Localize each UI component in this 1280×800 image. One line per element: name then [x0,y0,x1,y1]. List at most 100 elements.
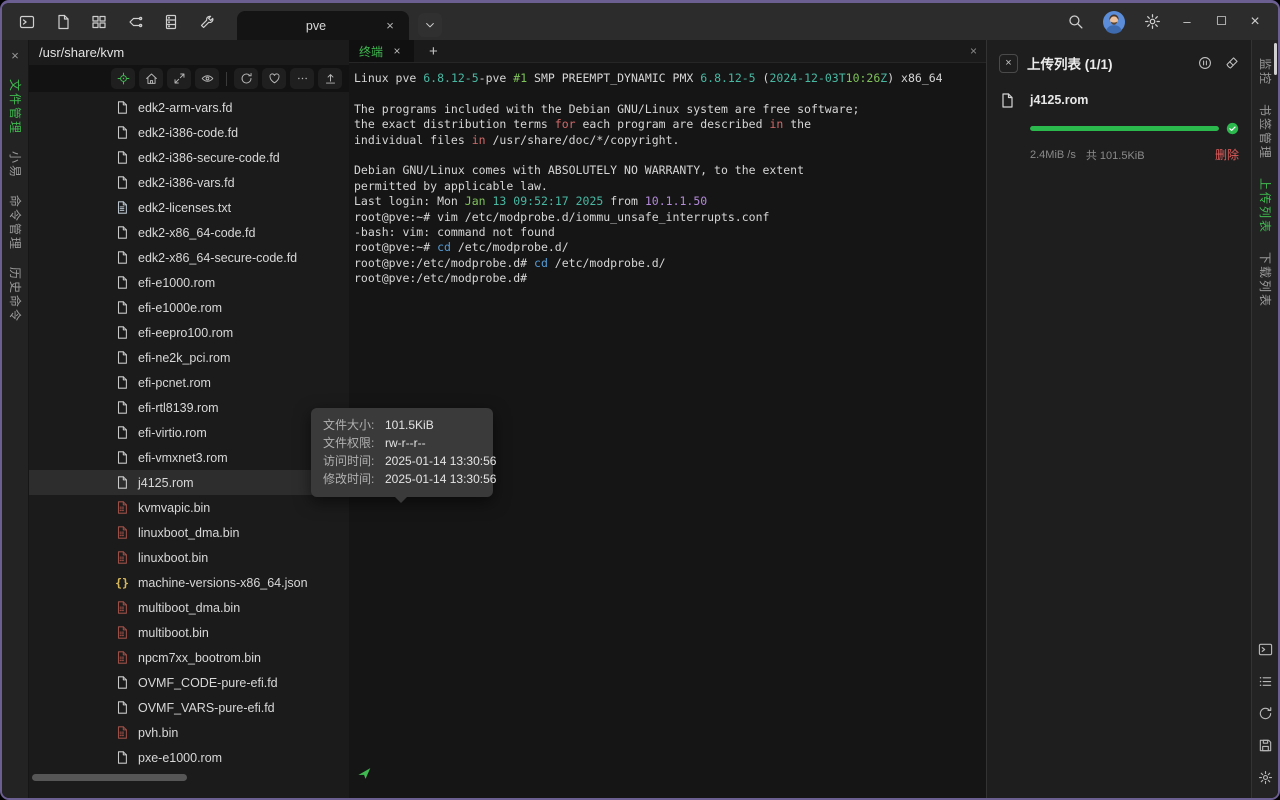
titlebar-right: – × [1067,3,1278,40]
tab-pve[interactable]: pve × [237,11,409,40]
home-icon[interactable] [139,68,163,89]
new-file-icon[interactable] [54,13,71,30]
sidebar-item-upload-list[interactable]: 上传列表 [1259,178,1271,234]
file-row[interactable]: efi-e1000e.rom [29,295,349,320]
terminal-output[interactable]: Linux pve 6.8.12-5-pve #1 SMP PREEMPT_DY… [349,63,986,295]
file-row[interactable]: multiboot_dma.bin [29,595,349,620]
doc-file-icon [115,400,129,415]
file-row[interactable]: pvh.bin [29,720,349,745]
file-name: efi-rtl8139.rom [138,401,219,415]
file-row[interactable]: edk2-licenses.txt [29,195,349,220]
quick-send-icon[interactable] [357,766,372,781]
tab-list-button[interactable] [418,13,442,37]
path-bar[interactable]: /usr/share/kvm [29,40,349,65]
file-name: edk2-i386-code.fd [138,126,238,140]
doc-file-icon [115,275,129,290]
terminal-panel-close-icon[interactable]: × [970,44,977,58]
list-icon[interactable] [1258,674,1273,689]
upload-close-button[interactable]: × [999,54,1018,73]
server-list-icon[interactable] [162,13,179,30]
rail-scrollbar[interactable] [1274,43,1277,75]
heart-icon[interactable] [262,68,286,89]
file-row[interactable]: pxe-e1000.rom [29,745,349,770]
gear-icon[interactable] [1144,13,1161,30]
bin-file-icon [115,550,129,565]
refresh-icon[interactable] [234,68,258,89]
doc-file-icon [115,225,129,240]
file-row[interactable]: edk2-x86_64-code.fd [29,220,349,245]
terminal-icon[interactable] [18,13,35,30]
terminal-icon[interactable] [1258,642,1273,657]
search-icon[interactable] [1067,13,1084,30]
tooltip-value: 101.5KiB [385,416,434,434]
sidebar-item-file-manager[interactable]: 文件管理 [9,79,21,135]
file-row[interactable]: edk2-i386-vars.fd [29,170,349,195]
pause-all-icon[interactable] [1198,56,1212,70]
file-row[interactable]: efi-ne2k_pci.rom [29,345,349,370]
doc-file-icon [115,150,129,165]
file-row[interactable]: OVMF_VARS-pure-efi.fd [29,695,349,720]
file-row[interactable]: npcm7xx_bootrom.bin [29,645,349,670]
file-row[interactable]: edk2-x86_64-secure-code.fd [29,245,349,270]
panel-close-icon[interactable]: × [11,48,19,63]
minimize-button[interactable]: – [1179,14,1195,29]
bin-file-icon [115,525,129,540]
file-row[interactable]: multiboot.bin [29,620,349,645]
file-name: edk2-x86_64-secure-code.fd [138,251,297,265]
file-row[interactable]: linuxboot.bin [29,545,349,570]
clear-finished-icon[interactable] [1225,56,1239,70]
bin-file-icon [115,600,129,615]
file-row[interactable]: efi-rtl8139.rom [29,395,349,420]
file-row[interactable]: efi-pcnet.rom [29,370,349,395]
close-button[interactable]: × [1247,13,1263,31]
save-icon[interactable] [1258,738,1273,753]
bin-file-icon [115,650,129,665]
connections-icon[interactable] [126,13,143,30]
new-terminal-button[interactable]: + [429,44,438,59]
file-row[interactable]: j4125.rom [29,470,349,495]
maximize-button[interactable] [1213,14,1229,29]
file-row[interactable]: edk2-i386-secure-code.fd [29,145,349,170]
file-row[interactable]: efi-vmxnet3.rom [29,445,349,470]
more-icon[interactable] [290,68,314,89]
file-name: edk2-licenses.txt [138,201,231,215]
sidebar-item-assistant[interactable]: 小易 [9,151,21,179]
left-rail: × 文件管理 小易 命令管理 历史命令 [2,40,29,798]
horizontal-scrollbar[interactable] [32,774,187,781]
gear-icon[interactable] [1258,770,1273,785]
file-row[interactable]: efi-e1000.rom [29,270,349,295]
file-row[interactable]: efi-eepro100.rom [29,320,349,345]
sidebar-item-history[interactable]: 历史命令 [9,267,21,323]
tooltip-label: 访问时间: [323,452,385,470]
file-row[interactable]: linuxboot_dma.bin [29,520,349,545]
upload-size: 共 101.5KiB [1086,147,1145,163]
file-manager-panel: /usr/share/kvm edk2-arm-vars.fd edk2-i386… [29,40,349,798]
bin-file-icon [115,725,129,740]
tools-icon[interactable] [198,13,215,30]
upload-icon[interactable] [318,68,342,89]
file-row[interactable]: edk2-i386-code.fd [29,120,349,145]
file-row[interactable]: efi-virtio.rom [29,420,349,445]
delete-button[interactable]: 删除 [1215,146,1239,163]
file-row[interactable]: edk2-arm-vars.fd [29,95,349,120]
sidebar-item-command-manager[interactable]: 命令管理 [9,195,21,251]
file-row[interactable]: kvmvapic.bin [29,495,349,520]
file-name: efi-ne2k_pci.rom [138,351,230,365]
avatar[interactable] [1102,10,1126,34]
terminal-tab[interactable]: 终端 × [349,40,414,62]
eye-icon[interactable] [195,68,219,89]
sidebar-item-monitor[interactable]: 监控 [1259,58,1271,86]
expand-icon[interactable] [167,68,191,89]
locate-icon[interactable] [111,68,135,89]
file-row[interactable]: OVMF_CODE-pure-efi.fd [29,670,349,695]
refresh-icon[interactable] [1258,706,1273,721]
sidebar-item-bookmarks[interactable]: 书签管理 [1259,104,1271,160]
file-row[interactable]: {}machine-versions-x86_64.json [29,570,349,595]
tab-close-icon[interactable]: × [383,19,397,33]
terminal-line: Last login: Mon Jan 13 09:52:17 2025 fro… [354,194,981,209]
terminal-line: The programs included with the Debian GN… [354,102,981,117]
terminal-tab-close-icon[interactable]: × [390,44,404,58]
layout-grid-icon[interactable] [90,13,107,30]
file-list: edk2-arm-vars.fd edk2-i386-code.fd edk2-i3… [29,92,349,798]
sidebar-item-download-list[interactable]: 下载列表 [1259,252,1271,308]
